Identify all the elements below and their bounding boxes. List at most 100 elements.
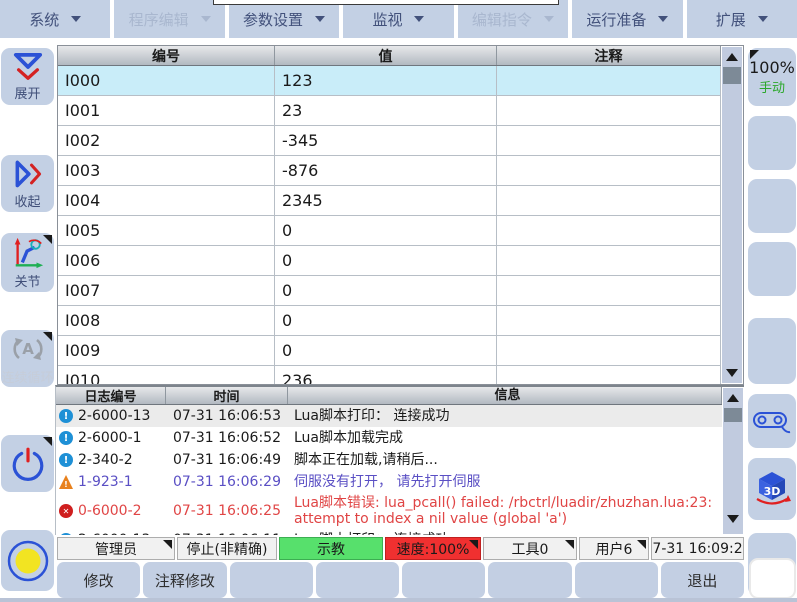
info-icon — [59, 431, 73, 445]
scroll-down-icon[interactable] — [723, 510, 743, 528]
modify-label: 修改 — [84, 570, 114, 591]
register-comment — [497, 186, 721, 215]
table-header: 编号 值 注释 — [58, 46, 721, 66]
table-row[interactable]: I008 0 — [58, 306, 721, 336]
speed-mode-button[interactable]: 100% 手动 — [748, 48, 796, 106]
table-scrollbar[interactable] — [722, 47, 742, 383]
speed-label: 速度:100% — [397, 539, 470, 559]
register-comment — [497, 216, 721, 245]
power-icon — [10, 446, 46, 482]
joint-label: 关节 — [14, 271, 40, 290]
log-scrollbar[interactable] — [723, 388, 743, 534]
register-value: 0 — [275, 216, 497, 245]
svg-text:3D: 3D — [764, 485, 781, 498]
right-panel-button-5[interactable] — [748, 318, 796, 384]
register-id: I004 — [58, 186, 275, 215]
log-code: 2-6000-13 — [78, 532, 150, 535]
servo-status-button[interactable] — [1, 530, 54, 591]
status-user-role[interactable]: 管理员 — [57, 537, 175, 560]
collapse-icon — [13, 158, 43, 190]
status-speed[interactable]: 速度:100% — [385, 537, 481, 560]
menu-parameter-settings[interactable]: 参数设置 — [229, 0, 339, 38]
menu-bar: 系统 程序编辑 参数设置 监视 编辑指令 运行准备 扩展 — [0, 0, 797, 38]
table-row[interactable]: I001 23 — [58, 96, 721, 126]
column-header-id: 编号 — [58, 46, 275, 65]
register-comment — [497, 156, 721, 185]
log-row[interactable]: 2-6000-13 07-31 16:06:11 Lua脚本打印： 连接成功 — [56, 529, 722, 535]
datetime-label: 07-31 16:09:22 — [651, 541, 744, 557]
menu-label: 参数设置 — [243, 9, 303, 30]
menu-label: 系统 — [29, 9, 59, 30]
bottom-button-3[interactable] — [230, 562, 313, 598]
svg-text:A: A — [22, 340, 34, 358]
log-row[interactable]: 2-340-2 07-31 16:06:49 脚本正在加载,请稍后... — [56, 449, 722, 471]
collapse-button[interactable]: 收起 — [1, 155, 54, 212]
log-row[interactable]: 2-6000-13 07-31 16:06:53 Lua脚本打印： 连接成功 — [56, 405, 722, 427]
register-value: 0 — [275, 336, 497, 365]
status-tool[interactable]: 工具0 — [483, 537, 577, 560]
table-row[interactable]: I004 2345 — [58, 186, 721, 216]
status-user-frame[interactable]: 用户6 — [579, 537, 649, 560]
bottom-button-4[interactable] — [316, 562, 399, 598]
joint-mode-button[interactable]: 关节 — [1, 233, 54, 292]
bottom-button-5[interactable] — [402, 562, 485, 598]
register-id: I001 — [58, 96, 275, 125]
log-column-message: 信息 — [288, 387, 722, 404]
bottom-button-7[interactable] — [575, 562, 658, 598]
info-icon — [59, 409, 73, 423]
log-code: 2-6000-1 — [78, 430, 142, 446]
menu-system[interactable]: 系统 — [0, 0, 110, 38]
bottom-button-6[interactable] — [488, 562, 571, 598]
log-row[interactable]: 2-6000-1 07-31 16:06:52 Lua脚本加载完成 — [56, 427, 722, 449]
expand-button[interactable]: 展开 — [1, 48, 54, 105]
log-time: 07-31 16:06:52 — [166, 430, 288, 446]
exit-button[interactable]: 退出 — [661, 562, 744, 598]
log-row[interactable]: 0-6000-2 07-31 16:06:25 Lua脚本错误: lua_pca… — [56, 493, 722, 529]
table-row[interactable]: I005 0 — [58, 216, 721, 246]
view-3d-button[interactable]: 3D — [748, 458, 796, 520]
register-comment — [497, 366, 721, 384]
servo-power-button[interactable] — [1, 435, 54, 492]
cube-3d-icon: 3D — [752, 470, 792, 508]
log-column-time: 时间 — [166, 387, 288, 404]
right-panel-button-2[interactable] — [748, 116, 796, 170]
register-comment — [497, 306, 721, 335]
expand-label: 展开 — [14, 83, 40, 102]
menu-run-prepare[interactable]: 运行准备 — [572, 0, 682, 38]
menu-extension[interactable]: 扩展 — [687, 0, 797, 38]
register-value: 2345 — [275, 186, 497, 215]
log-message: 脚本正在加载,请稍后... — [288, 452, 722, 468]
scroll-down-icon[interactable] — [722, 364, 742, 382]
table-row[interactable]: I000 123 — [58, 66, 721, 96]
gamepad-icon — [751, 405, 793, 437]
log-time: 07-31 16:06:29 — [166, 474, 288, 490]
scrollbar-thumb[interactable] — [723, 67, 741, 84]
scroll-up-icon[interactable] — [723, 389, 743, 407]
modify-button[interactable]: 修改 — [57, 562, 140, 598]
table-row[interactable]: I010 236 — [58, 366, 721, 384]
register-id: I007 — [58, 276, 275, 305]
register-comment — [497, 66, 721, 95]
log-header: 日志编号 时间 信息 — [56, 387, 722, 405]
table-row[interactable]: I003 -876 — [58, 156, 721, 186]
table-row[interactable]: I007 0 — [58, 276, 721, 306]
register-comment — [497, 96, 721, 125]
log-message: Lua脚本打印： 连接成功 — [288, 408, 722, 424]
table-row[interactable]: I009 0 — [58, 336, 721, 366]
register-comment — [497, 336, 721, 365]
table-row[interactable]: I002 -345 — [58, 126, 721, 156]
scroll-up-icon[interactable] — [722, 48, 742, 66]
register-comment — [497, 276, 721, 305]
error-icon — [59, 504, 73, 518]
register-id: I003 — [58, 156, 275, 185]
right-panel-button-4[interactable] — [748, 242, 796, 296]
right-panel-button-3[interactable] — [748, 179, 796, 233]
log-row[interactable]: 1-923-1 07-31 16:06:29 伺服没有打开， 请先打开伺服 — [56, 471, 722, 493]
comment-modify-button[interactable]: 注释修改 — [143, 562, 226, 598]
log-message: Lua脚本加载完成 — [288, 430, 722, 446]
register-id: I002 — [58, 126, 275, 155]
menu-monitor[interactable]: 监视 — [343, 0, 453, 38]
scrollbar-thumb[interactable] — [724, 408, 742, 422]
table-row[interactable]: I006 0 — [58, 246, 721, 276]
jog-controller-button[interactable] — [748, 394, 796, 448]
